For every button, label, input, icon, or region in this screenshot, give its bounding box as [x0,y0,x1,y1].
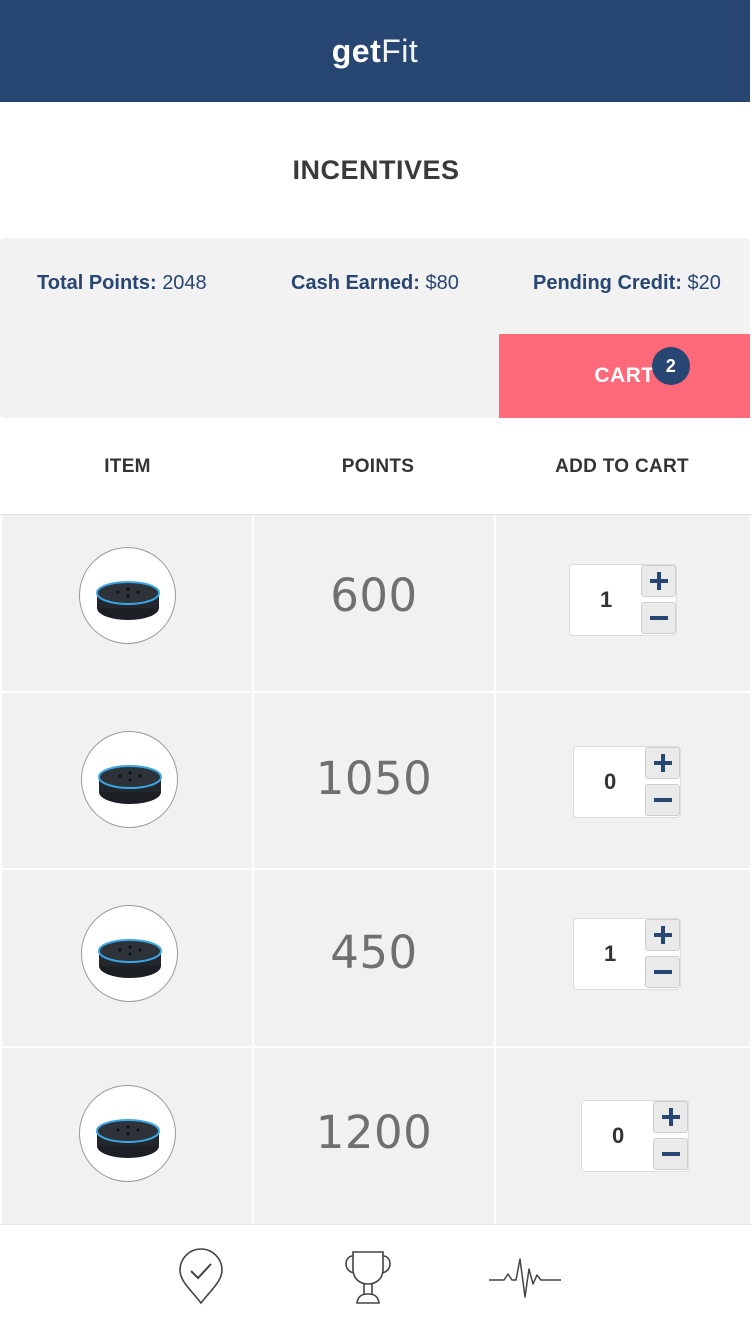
add-to-cart-cell: 0 [496,693,750,868]
logo-light-text: Fit [381,32,419,69]
pending-credit-label: Pending Credit: [533,272,682,294]
heartbeat-icon [489,1258,561,1298]
table-row: 1050 0 [0,693,752,868]
plus-icon [653,754,672,772]
add-to-cart-cell: 1 [496,515,750,691]
bottom-nav [0,1224,752,1330]
smart-speaker-image[interactable] [79,547,176,644]
page-title: INCENTIVES [292,154,460,185]
quantity-stepper: 1 [569,564,677,636]
increment-button[interactable] [645,747,680,779]
table-row: 600 1 [0,515,752,691]
cash-earned-stat: Cash Earned: $80 [291,272,459,295]
table-row: 1200 0 [0,1048,752,1224]
total-points-stat: Total Points: 2048 [37,272,207,295]
item-points: 1050 [315,752,433,805]
column-header-points: POINTS [341,455,415,477]
item-points: 1200 [315,1106,433,1159]
cart-button[interactable]: CART 2 [499,334,750,418]
minus-icon [661,1152,680,1156]
smart-speaker-image[interactable] [81,905,178,1002]
quantity-stepper: 1 [573,918,681,990]
add-to-cart-cell: 0 [496,1048,750,1224]
nav-item-checkin[interactable] [176,1247,226,1312]
nav-item-rewards[interactable] [340,1247,396,1312]
quantity-stepper: 0 [573,746,681,818]
plus-icon [661,1108,680,1126]
plus-icon [649,572,668,590]
cash-earned-label: Cash Earned: [291,272,420,294]
smart-speaker-image[interactable] [81,731,178,828]
total-points-value: 2048 [162,272,207,294]
minus-icon [649,616,668,620]
smart-speaker-image[interactable] [79,1085,176,1182]
cart-label: CART [594,364,655,387]
pending-credit-stat: Pending Credit: $20 [533,272,721,295]
plus-icon [653,926,672,944]
increment-button[interactable] [645,919,680,951]
decrement-button[interactable] [641,602,676,634]
decrement-button[interactable] [645,784,680,816]
cart-count-badge: 2 [652,347,690,385]
item-cell [2,515,252,691]
table-header: ITEM POINTS ADD TO CART [0,418,752,515]
points-cell: 1050 [254,693,494,868]
minus-icon [653,798,672,802]
decrement-button[interactable] [653,1138,688,1170]
app-header: getFit [0,0,750,102]
item-points: 600 [330,569,418,622]
column-header-add-to-cart: ADD TO CART [555,455,689,477]
trophy-icon [345,1251,391,1304]
location-check-icon [179,1248,223,1305]
column-header-item: ITEM [104,455,151,477]
item-points: 450 [330,926,418,979]
increment-button[interactable] [641,565,676,597]
decrement-button[interactable] [645,956,680,988]
cash-earned-value: $80 [425,272,459,294]
item-cell [2,693,252,868]
increment-button[interactable] [653,1101,688,1133]
pending-credit-value: $20 [687,272,721,294]
points-cell: 1200 [254,1048,494,1224]
logo-bold-text: get [331,32,382,69]
quantity-stepper: 0 [581,1100,689,1172]
table-row: 450 1 [0,870,752,1046]
points-cell: 450 [254,870,494,1046]
nav-item-activity[interactable] [488,1247,562,1312]
total-points-label: Total Points: [37,272,157,294]
minus-icon [653,970,672,974]
add-to-cart-cell: 1 [496,870,750,1046]
points-cell: 600 [254,515,494,691]
item-cell [2,1048,252,1224]
item-cell [2,870,252,1046]
app-logo: getFit [332,33,419,70]
